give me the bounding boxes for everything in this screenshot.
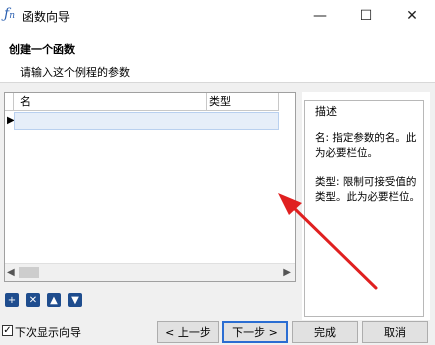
maximize-button[interactable]: ☐ (343, 0, 389, 32)
move-up-icon[interactable]: ▲ (47, 293, 61, 307)
fx-icon: ƒn (4, 6, 15, 22)
column-header-type[interactable]: 类型 (207, 93, 279, 111)
add-icon[interactable]: + (5, 293, 19, 307)
title-bar: ƒn 函数向导 — ☐ ✕ (0, 0, 435, 32)
wizard-footer: ✓ 下次显示向导 < 上一步 下一步 > 完成 取消 (0, 316, 435, 345)
minimize-button[interactable]: — (297, 0, 343, 32)
description-name-text: 名: 指定参数的名。此为必要栏位。 (315, 132, 417, 159)
description-panel: 描述 名: 指定参数的名。此为必要栏位。 类型: 限制可接受值的类型。此为必要栏… (302, 92, 430, 320)
wizard-header: 创建一个函数 请输入这个例程的参数 (0, 32, 435, 83)
scroll-thumb[interactable] (19, 267, 39, 278)
description-group: 描述 名: 指定参数的名。此为必要栏位。 类型: 限制可接受值的类型。此为必要栏… (304, 100, 424, 317)
description-caption: 描述 (313, 103, 339, 119)
delete-icon[interactable]: ✕ (26, 293, 40, 307)
cancel-button[interactable]: 取消 (362, 321, 428, 343)
column-header-name[interactable]: 名 (14, 93, 207, 111)
scroll-right-icon[interactable]: ▶ (283, 264, 291, 281)
parameter-grid[interactable]: 名 类型 ▶ ◀ ▶ (4, 92, 296, 282)
close-button[interactable]: ✕ (389, 0, 435, 32)
scroll-left-icon[interactable]: ◀ (7, 264, 15, 281)
move-down-icon[interactable]: ▼ (68, 293, 82, 307)
page-subtitle: 请输入这个例程的参数 (20, 66, 130, 79)
page-title: 创建一个函数 (9, 43, 75, 56)
previous-button[interactable]: < 上一步 (157, 321, 219, 343)
description-type-text: 类型: 限制可接受值的类型。此为必要栏位。 (315, 176, 420, 203)
table-row[interactable] (14, 112, 279, 130)
show-wizard-label[interactable]: 下次显示向导 (15, 324, 81, 340)
window-title: 函数向导 (22, 10, 71, 24)
next-button[interactable]: 下一步 > (222, 321, 288, 343)
horizontal-scrollbar[interactable]: ◀ ▶ (5, 263, 295, 281)
finish-button[interactable]: 完成 (292, 321, 358, 343)
show-wizard-checkbox[interactable]: ✓ (2, 325, 13, 336)
row-selector-header (5, 93, 14, 111)
